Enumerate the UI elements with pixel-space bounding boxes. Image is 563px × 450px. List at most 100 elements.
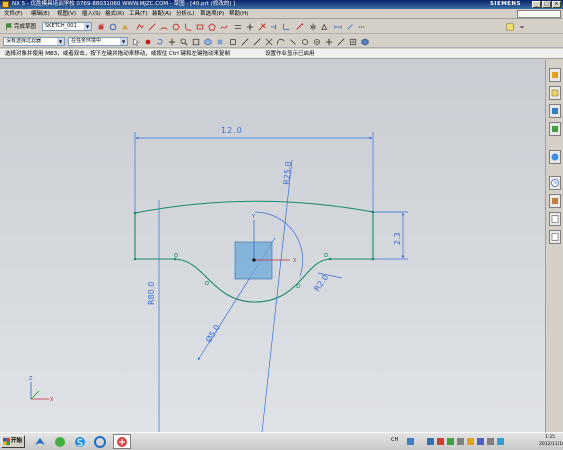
menu-format[interactable]: 格式(R): [105, 10, 124, 18]
snap-icon: [145, 39, 151, 45]
tray-app-icon[interactable]: [437, 438, 444, 445]
resource-tab-history[interactable]: [549, 176, 561, 190]
sketch-rectangle-button[interactable]: [195, 22, 205, 32]
sketch-circle-button[interactable]: [171, 22, 181, 32]
render-style-button[interactable]: [215, 37, 225, 47]
close-button[interactable]: ×: [552, 1, 561, 8]
snap-tangent-button[interactable]: [300, 37, 310, 47]
sketch-line-button[interactable]: [147, 22, 157, 32]
menu-edit[interactable]: 编辑(E): [31, 10, 50, 18]
snap-point-on-curve-button[interactable]: [312, 37, 322, 47]
orient-view-button[interactable]: [96, 22, 106, 32]
resource-tab-palette[interactable]: [549, 230, 561, 244]
convert-reference-button[interactable]: [357, 22, 367, 32]
sketch-pattern-button[interactable]: [320, 22, 330, 32]
update-model-button[interactable]: [120, 22, 130, 32]
dimension-button[interactable]: [333, 22, 343, 32]
snap-arc-center-button[interactable]: [276, 37, 286, 47]
taskbar-app-s[interactable]: [71, 434, 89, 449]
resource-tab-constraint-navigator[interactable]: [549, 86, 561, 100]
sketch-spline-button[interactable]: [219, 22, 229, 32]
menu-file[interactable]: 文件(F): [4, 10, 22, 18]
tray-messenger-icon[interactable]: [497, 438, 504, 445]
snap-quadrant-button[interactable]: [288, 37, 298, 47]
tray-volume-icon[interactable]: [487, 438, 494, 445]
window-title: NX 5 - 优胜模具培训学校 0769-88031060 WWW.MJZC.C…: [12, 1, 236, 7]
snap-bounded-grid-button[interactable]: [348, 37, 358, 47]
menu-preferences[interactable]: 首选项(P): [200, 10, 224, 18]
taskbar-app-bird[interactable]: [31, 434, 49, 449]
snap-part-button[interactable]: [360, 37, 370, 47]
tray-update-icon[interactable]: [477, 438, 484, 445]
sketch-point-button[interactable]: [245, 22, 255, 32]
view-orientation-button[interactable]: [203, 37, 213, 47]
snap-control-point-button[interactable]: [252, 37, 262, 47]
menu-analysis[interactable]: 分析(L): [176, 10, 194, 18]
language-indicator[interactable]: CH: [391, 437, 398, 443]
animate-dimension-button[interactable]: [345, 22, 355, 32]
resource-tab-web-browser[interactable]: [549, 150, 561, 164]
snap-on-line-button[interactable]: [336, 37, 346, 47]
resource-tab-system-materials[interactable]: [549, 194, 561, 208]
select-icon: [133, 38, 139, 47]
menu-bar: 文件(F) 编辑(E) 视图(V) 插入(S) 格式(R) 工具(T) 装配(A…: [0, 9, 563, 19]
sketch-arc-button[interactable]: [159, 22, 169, 32]
mirror-curve-button[interactable]: [308, 22, 318, 32]
start-button[interactable]: 开始: [1, 435, 25, 448]
snap-end-point-button[interactable]: [228, 37, 238, 47]
resource-tab-assembly-navigator[interactable]: [549, 68, 561, 82]
snap-point-button[interactable]: [143, 37, 153, 47]
sketch-profile-button[interactable]: [135, 22, 145, 32]
rotate-view-button[interactable]: [155, 37, 165, 47]
quick-trim-button[interactable]: [257, 22, 267, 32]
chevron-down-icon: ▼: [57, 38, 64, 45]
render-style-icon: [217, 39, 223, 45]
zoom-button[interactable]: [179, 37, 189, 47]
sketch-canvas[interactable]: 12.0 2.3 R25.0 R80.0 R2.0 Ø5.0 X Y Z X: [0, 60, 545, 432]
arc-center-icon: [277, 38, 285, 45]
menu-assemblies[interactable]: 装配(A): [152, 10, 171, 18]
part-cube-icon: [361, 38, 369, 46]
reattach-button[interactable]: [108, 22, 118, 32]
snap-intersection-button[interactable]: [264, 37, 274, 47]
minimize-button[interactable]: _: [532, 1, 541, 8]
snap-mid-point-button[interactable]: [240, 37, 250, 47]
taskbar-app-nx[interactable]: [113, 434, 131, 449]
tray-security-icon[interactable]: [447, 438, 454, 445]
sketch-polygon-button[interactable]: [207, 22, 217, 32]
sketch-name-select[interactable]: SKETCH_001 ▼: [42, 22, 92, 31]
selection-filter-select[interactable]: 没有选择过滤器 ▼: [3, 37, 65, 46]
resource-tab-part-navigator[interactable]: [549, 104, 561, 118]
sketch-fillet-button[interactable]: [183, 22, 193, 32]
finish-sketch-button[interactable]: 完成草图: [3, 22, 38, 32]
tray-sound-icon[interactable]: [457, 438, 464, 445]
resource-tab-reuse-library[interactable]: [549, 122, 561, 136]
command-finder-input[interactable]: [517, 10, 561, 18]
taskbar-app-spiral[interactable]: [91, 434, 109, 449]
circle-icon: [172, 23, 180, 31]
selection-scope-select[interactable]: 在任务环境中 ▼: [68, 37, 128, 46]
snap-existing-point-button[interactable]: [324, 37, 334, 47]
tray-input-icon[interactable]: [467, 438, 474, 445]
sketch-toolbar: 完成草图 SKETCH_001 ▼: [0, 20, 563, 34]
quick-extend-button[interactable]: [269, 22, 279, 32]
tray-network-icon[interactable]: [407, 438, 414, 445]
menu-help[interactable]: 帮助(H): [229, 10, 248, 18]
graphics-window[interactable]: 12.0 2.3 R25.0 R80.0 R2.0 Ø5.0 X Y Z X: [0, 60, 545, 432]
menu-tools[interactable]: 工具(T): [129, 10, 148, 18]
tray-display-icon[interactable]: [427, 438, 434, 445]
pan-view-button[interactable]: [167, 37, 177, 47]
fit-view-button[interactable]: [191, 37, 201, 47]
taskbar-app-refresh[interactable]: [51, 434, 69, 449]
sketch-offset-button[interactable]: [233, 22, 243, 32]
make-corner-button[interactable]: [281, 22, 291, 32]
menu-insert[interactable]: 插入(S): [82, 10, 101, 18]
resource-tab-roles[interactable]: [549, 212, 561, 226]
maximize-button[interactable]: □: [542, 1, 551, 8]
select-all-button[interactable]: [131, 37, 141, 47]
sketch-settings-button[interactable]: [505, 22, 515, 32]
menu-view[interactable]: 视图(V): [57, 10, 76, 18]
constraints-button[interactable]: [295, 22, 305, 32]
toolbar-options-button[interactable]: [517, 22, 527, 32]
system-clock[interactable]: 1:25 2012/11/16: [539, 434, 563, 448]
